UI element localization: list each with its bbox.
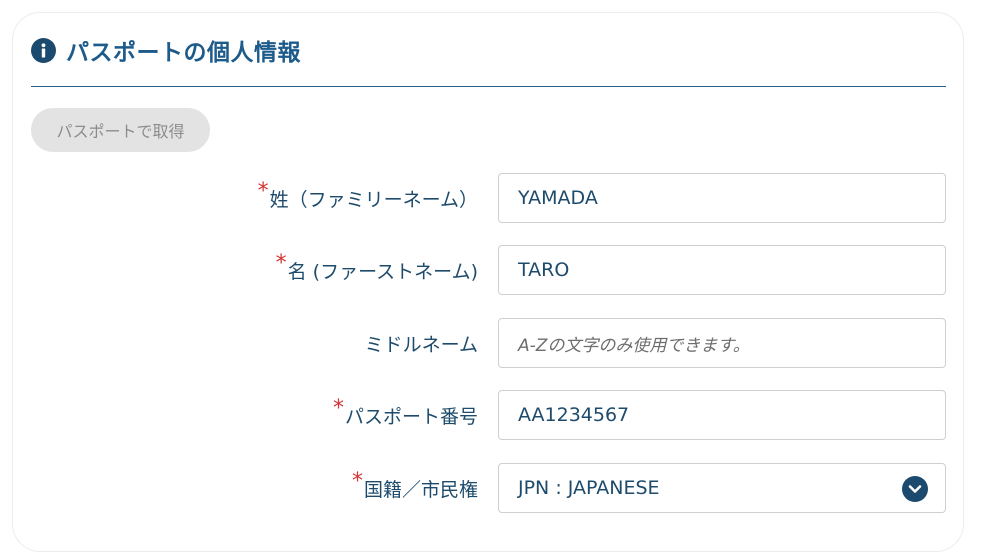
required-mark: * xyxy=(351,468,363,494)
first-name-label: * 名 (ファーストネーム) xyxy=(276,245,478,295)
section-divider xyxy=(31,86,946,87)
nationality-label-text: 国籍／市民権 xyxy=(363,478,478,501)
nationality-label: * 国籍／市民権 xyxy=(352,463,478,513)
passport-number-label: * パスポート番号 xyxy=(333,390,478,440)
nationality-select[interactable]: JPN : JAPANESE xyxy=(498,463,946,513)
middle-name-placeholder: A-Zの文字のみ使用できます。 xyxy=(518,335,750,356)
passport-number-value: AA1234567 xyxy=(518,404,630,426)
last-name-value: YAMADA xyxy=(518,187,598,209)
last-name-label-text: 姓（ファミリーネーム） xyxy=(269,188,478,211)
passport-number-input[interactable]: AA1234567 xyxy=(498,390,946,440)
form-row-first-name: * 名 (ファーストネーム) TARO xyxy=(0,245,981,295)
last-name-input[interactable]: YAMADA xyxy=(498,173,946,223)
info-circle-icon xyxy=(31,37,56,63)
form-row-nationality: * 国籍／市民権 JPN : JAPANESE xyxy=(0,463,981,513)
passport-number-label-text: パスポート番号 xyxy=(344,405,478,428)
form-row-middle-name: ミドルネーム A-Zの文字のみ使用できます。 xyxy=(0,318,981,368)
first-name-value: TARO xyxy=(518,259,570,281)
middle-name-label-text: ミドルネーム xyxy=(364,333,478,356)
get-from-passport-button[interactable]: パスポートで取得 xyxy=(31,108,210,152)
required-mark: * xyxy=(275,250,287,276)
section-header: パスポートの個人情報 xyxy=(31,34,301,66)
form-row-passport-number: * パスポート番号 AA1234567 xyxy=(0,390,981,440)
first-name-label-text: 名 (ファーストネーム) xyxy=(287,260,478,283)
nationality-value: JPN : JAPANESE xyxy=(518,477,660,499)
first-name-input[interactable]: TARO xyxy=(498,245,946,295)
last-name-label: * 姓（ファミリーネーム） xyxy=(258,173,478,223)
middle-name-input[interactable]: A-Zの文字のみ使用できます。 xyxy=(498,318,946,368)
section-title: パスポートの個人情報 xyxy=(66,40,301,66)
chevron-down-icon[interactable] xyxy=(902,476,928,502)
required-mark: * xyxy=(332,395,344,421)
form-row-last-name: * 姓（ファミリーネーム） YAMADA xyxy=(0,173,981,223)
required-mark: * xyxy=(257,178,269,204)
middle-name-label: ミドルネーム xyxy=(365,318,478,368)
